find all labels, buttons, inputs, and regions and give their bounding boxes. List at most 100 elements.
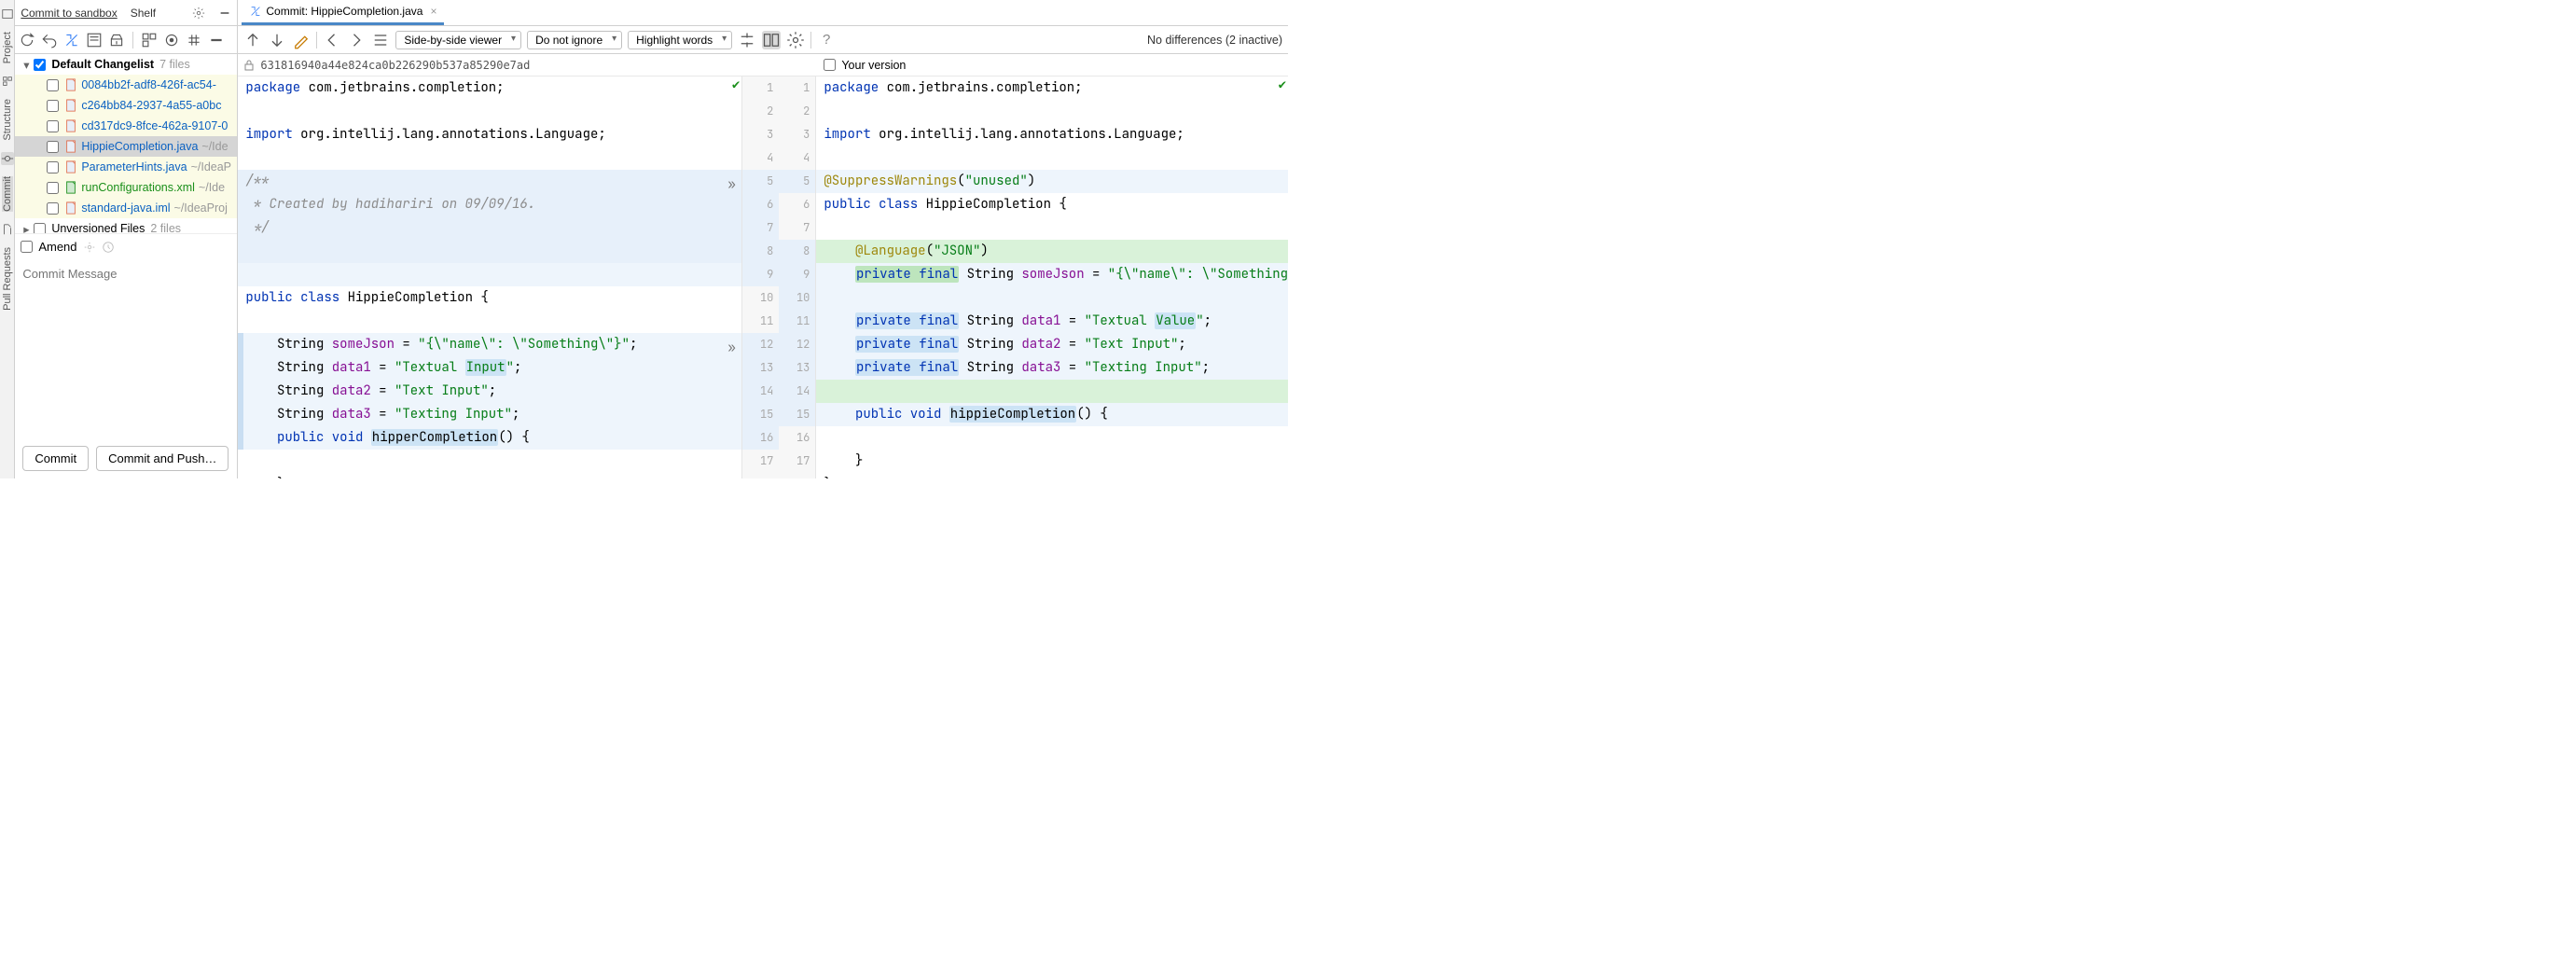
code-line (238, 310, 741, 333)
gear-icon[interactable] (83, 241, 96, 254)
file-checkbox[interactable] (47, 120, 59, 132)
file-checkbox[interactable] (47, 202, 59, 215)
gear-icon[interactable] (192, 7, 205, 20)
file-checkbox[interactable] (47, 141, 59, 153)
code-line: /** (238, 170, 741, 193)
pull-requests-icon[interactable] (1, 223, 14, 236)
unversioned-row[interactable]: ▸ Unversioned Files 2 files (15, 218, 237, 233)
code-line: String data1 = "Textual Input"; (238, 356, 741, 380)
help-icon[interactable]: ? (817, 31, 836, 49)
code-line: String data2 = "Text Input"; (238, 380, 741, 403)
file-name: runConfigurations.xml (81, 181, 195, 194)
right-code-pane[interactable]: ✔ package com.jetbrains.completion; impo… (816, 76, 1288, 478)
code-line: public void hipperCompletion() { (238, 426, 741, 450)
close-icon[interactable]: × (430, 5, 436, 18)
code-line: private final String data1 = "Textual Va… (816, 310, 1288, 333)
shelve-icon[interactable] (108, 32, 125, 49)
list-icon[interactable] (371, 31, 390, 49)
rollback-icon[interactable] (41, 32, 58, 49)
tab-shelf[interactable]: Shelf (131, 7, 156, 20)
view-options-icon[interactable] (163, 32, 180, 49)
tool-pull-requests[interactable]: Pull Requests (2, 247, 13, 311)
caret-down-icon[interactable]: ▾ (21, 58, 32, 72)
tool-commit[interactable]: Commit (2, 176, 13, 212)
refresh-icon[interactable] (19, 32, 35, 49)
file-row[interactable]: c264bb84-2937-4a55-a0bc (15, 95, 237, 116)
code-line (238, 263, 741, 286)
code-line: private final String data2 = "Text Input… (816, 333, 1288, 356)
code-line: } (816, 450, 1288, 473)
file-name: HippieCompletion.java (81, 140, 198, 153)
highlight-combo[interactable]: Highlight words (628, 31, 732, 49)
file-name: ParameterHints.java (81, 160, 187, 173)
file-row[interactable]: 0084bb2f-adf8-426f-ac54- (15, 75, 237, 95)
file-row[interactable]: ParameterHints.java ~/IdeaP (15, 157, 237, 177)
tab-commit-to-sandbox[interactable]: Commit to sandbox (21, 7, 117, 20)
ignore-combo[interactable]: Do not ignore (527, 31, 622, 49)
code-line: String someJson = "{\"name\": \"Somethin… (238, 333, 741, 356)
right-checkbox[interactable] (824, 59, 836, 71)
changes-toolbar (15, 26, 237, 54)
back-icon[interactable] (323, 31, 341, 49)
project-icon[interactable] (1, 7, 14, 21)
code-line: package com.jetbrains.completion; (238, 76, 741, 100)
editor-tab-title: Commit: HippieCompletion.java (266, 5, 422, 18)
changelist-checkbox[interactable] (34, 59, 46, 71)
code-line (238, 146, 741, 170)
code-line (816, 100, 1288, 123)
file-checkbox[interactable] (47, 182, 59, 194)
forward-icon[interactable] (347, 31, 366, 49)
tool-structure[interactable]: Structure (2, 99, 13, 141)
file-path: ~/IdeaP (191, 160, 231, 173)
sync-scroll-icon[interactable] (762, 31, 781, 49)
code-line (816, 146, 1288, 170)
next-file-icon[interactable] (268, 31, 286, 49)
settings-icon[interactable] (786, 31, 805, 49)
file-checkbox[interactable] (47, 100, 59, 112)
lock-icon (243, 60, 255, 71)
editor-area: Commit: HippieCompletion.java × Side-by-… (238, 0, 1288, 478)
minimize-icon[interactable] (218, 7, 231, 20)
file-name: standard-java.iml (81, 201, 170, 215)
commit-message-input[interactable] (15, 259, 237, 438)
commit-tool-icon[interactable] (1, 152, 14, 165)
code-line (816, 286, 1288, 310)
file-row[interactable]: standard-java.iml~/IdeaProj (15, 198, 237, 218)
code-line: String data3 = "Texting Input"; (238, 403, 741, 426)
expand-icon[interactable] (186, 32, 202, 49)
left-code-pane[interactable]: ✔ package com.jetbrains.completion; impo… (238, 76, 741, 478)
file-checkbox[interactable] (47, 161, 59, 173)
file-checkbox[interactable] (47, 79, 59, 91)
file-name: cd317dc9-8fce-462a-9107-0 (81, 119, 228, 132)
code-line: import org.intellij.lang.annotations.Lan… (238, 123, 741, 146)
code-line: */ (238, 216, 741, 240)
viewer-combo[interactable]: Side-by-side viewer (395, 31, 521, 49)
unversioned-checkbox[interactable] (34, 223, 46, 234)
code-line: public void hippieCompletion() { (816, 403, 1288, 426)
commit-and-push-button[interactable]: Commit and Push… (96, 446, 229, 471)
file-path: ~/Ide (201, 140, 228, 153)
editor-tab[interactable]: Commit: HippieCompletion.java × (242, 0, 444, 25)
history-icon[interactable] (102, 241, 115, 254)
collapse-unchanged-icon[interactable] (738, 31, 756, 49)
tool-project[interactable]: Project (2, 32, 13, 63)
apply-chunk-icon[interactable]: » (727, 173, 735, 197)
structure-icon[interactable] (1, 75, 14, 88)
commit-button[interactable]: Commit (22, 446, 89, 471)
amend-checkbox[interactable] (21, 241, 33, 253)
unversioned-label: Unversioned Files (51, 222, 145, 233)
file-row[interactable]: cd317dc9-8fce-462a-9107-0 (15, 116, 237, 136)
file-row[interactable]: HippieCompletion.java~/Ide (15, 136, 237, 157)
changelist-row[interactable]: ▾ Default Changelist 7 files (15, 54, 237, 75)
edit-icon[interactable] (292, 31, 311, 49)
group-icon[interactable] (141, 32, 158, 49)
diff-icon[interactable] (63, 32, 80, 49)
prev-file-icon[interactable] (243, 31, 262, 49)
changelist-label: Default Changelist (51, 58, 154, 71)
caret-right-icon[interactable]: ▸ (21, 222, 32, 234)
changelist-icon[interactable] (86, 32, 103, 49)
collapse-icon[interactable] (208, 32, 225, 49)
commit-panel: Commit to sandbox Shelf ▾ Default Change… (15, 0, 238, 478)
file-row[interactable]: runConfigurations.xml~/Ide (15, 177, 237, 198)
apply-chunk-icon[interactable]: » (727, 337, 735, 360)
